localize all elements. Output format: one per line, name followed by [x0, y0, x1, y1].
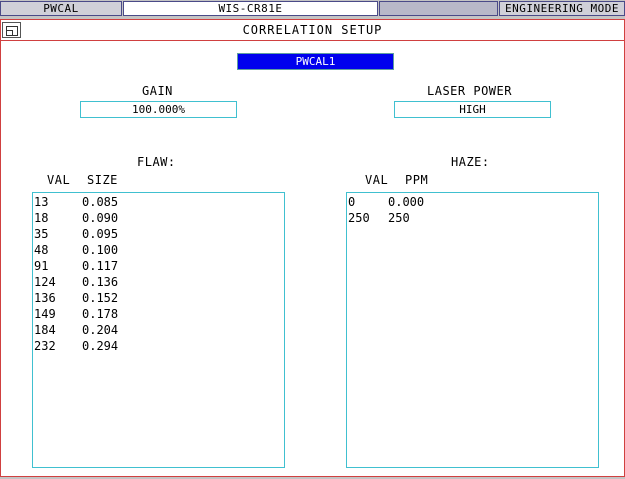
flaw-row-value2: 0.136: [82, 275, 119, 289]
haze-row-val: 250: [348, 211, 370, 225]
flaw-label: FLAW:: [137, 155, 176, 169]
haze-val-header: VAL: [365, 173, 389, 187]
haze-row[interactable]: 250 250: [348, 211, 596, 227]
haze-row-val: 0: [348, 195, 356, 209]
haze-list[interactable]: 0 0.000 250 250: [346, 192, 599, 468]
app-name-segment[interactable]: PWCAL: [0, 1, 122, 16]
laser-power-label: LASER POWER: [427, 84, 512, 98]
correlation-setup-window: CORRELATION SETUP PWCAL1 GAIN 100.000% L…: [0, 19, 625, 477]
flaw-row-value2: 0.095: [82, 227, 119, 241]
flaw-list[interactable]: 13 0.085 18 0.090 35 0.095 48 0.100 91 0.117 124 0.…: [32, 192, 285, 468]
haze-row-value2: 250: [388, 211, 410, 225]
window-title-segment: WIS-CR81E: [123, 1, 378, 16]
haze-row[interactable]: 0 0.000: [348, 195, 596, 211]
gain-label: GAIN: [142, 84, 173, 98]
flaw-size-header: SIZE: [87, 173, 118, 187]
flaw-row-val: 184: [34, 323, 56, 337]
flaw-row-value2: 0.117: [82, 259, 119, 273]
flaw-row[interactable]: 18 0.090: [34, 211, 282, 227]
flaw-row[interactable]: 124 0.136: [34, 275, 282, 291]
flaw-row-val: 124: [34, 275, 56, 289]
profile-selector[interactable]: PWCAL1: [237, 53, 394, 70]
flaw-row[interactable]: 149 0.178: [34, 307, 282, 323]
flaw-row[interactable]: 91 0.117: [34, 259, 282, 275]
haze-label: HAZE:: [451, 155, 490, 169]
flaw-val-header: VAL: [47, 173, 71, 187]
flaw-row[interactable]: 136 0.152: [34, 291, 282, 307]
flaw-row[interactable]: 232 0.294: [34, 339, 282, 355]
flaw-row[interactable]: 35 0.095: [34, 227, 282, 243]
flaw-row-value2: 0.152: [82, 291, 119, 305]
gain-field[interactable]: 100.000%: [80, 101, 237, 118]
window-title: CORRELATION SETUP: [242, 23, 383, 37]
flaw-row-val: 48: [34, 243, 49, 257]
laser-power-field[interactable]: HIGH: [394, 101, 551, 118]
haze-ppm-header: PPM: [405, 173, 429, 187]
haze-row-value2: 0.000: [388, 195, 425, 209]
flaw-row-value2: 0.178: [82, 307, 119, 321]
flaw-row[interactable]: 184 0.204: [34, 323, 282, 339]
flaw-row-value2: 0.100: [82, 243, 119, 257]
top-status-bar: PWCAL WIS-CR81E ENGINEERING MODE: [0, 0, 625, 19]
flaw-row-val: 91: [34, 259, 49, 273]
flaw-row-value2: 0.294: [82, 339, 119, 353]
flaw-row-value2: 0.085: [82, 195, 119, 209]
window-titlebar: CORRELATION SETUP: [1, 20, 624, 41]
mode-segment[interactable]: ENGINEERING MODE: [499, 1, 625, 16]
flaw-row-val: 136: [34, 291, 56, 305]
flaw-row-val: 232: [34, 339, 56, 353]
flaw-row[interactable]: 48 0.100: [34, 243, 282, 259]
flaw-row-val: 149: [34, 307, 56, 321]
flaw-row-value2: 0.204: [82, 323, 119, 337]
flaw-row[interactable]: 13 0.085: [34, 195, 282, 211]
flaw-row-val: 13: [34, 195, 49, 209]
blank-segment: [379, 1, 498, 16]
flaw-row-val: 18: [34, 211, 49, 225]
window-menu-icon[interactable]: [2, 22, 21, 38]
flaw-row-val: 35: [34, 227, 49, 241]
flaw-row-value2: 0.090: [82, 211, 119, 225]
